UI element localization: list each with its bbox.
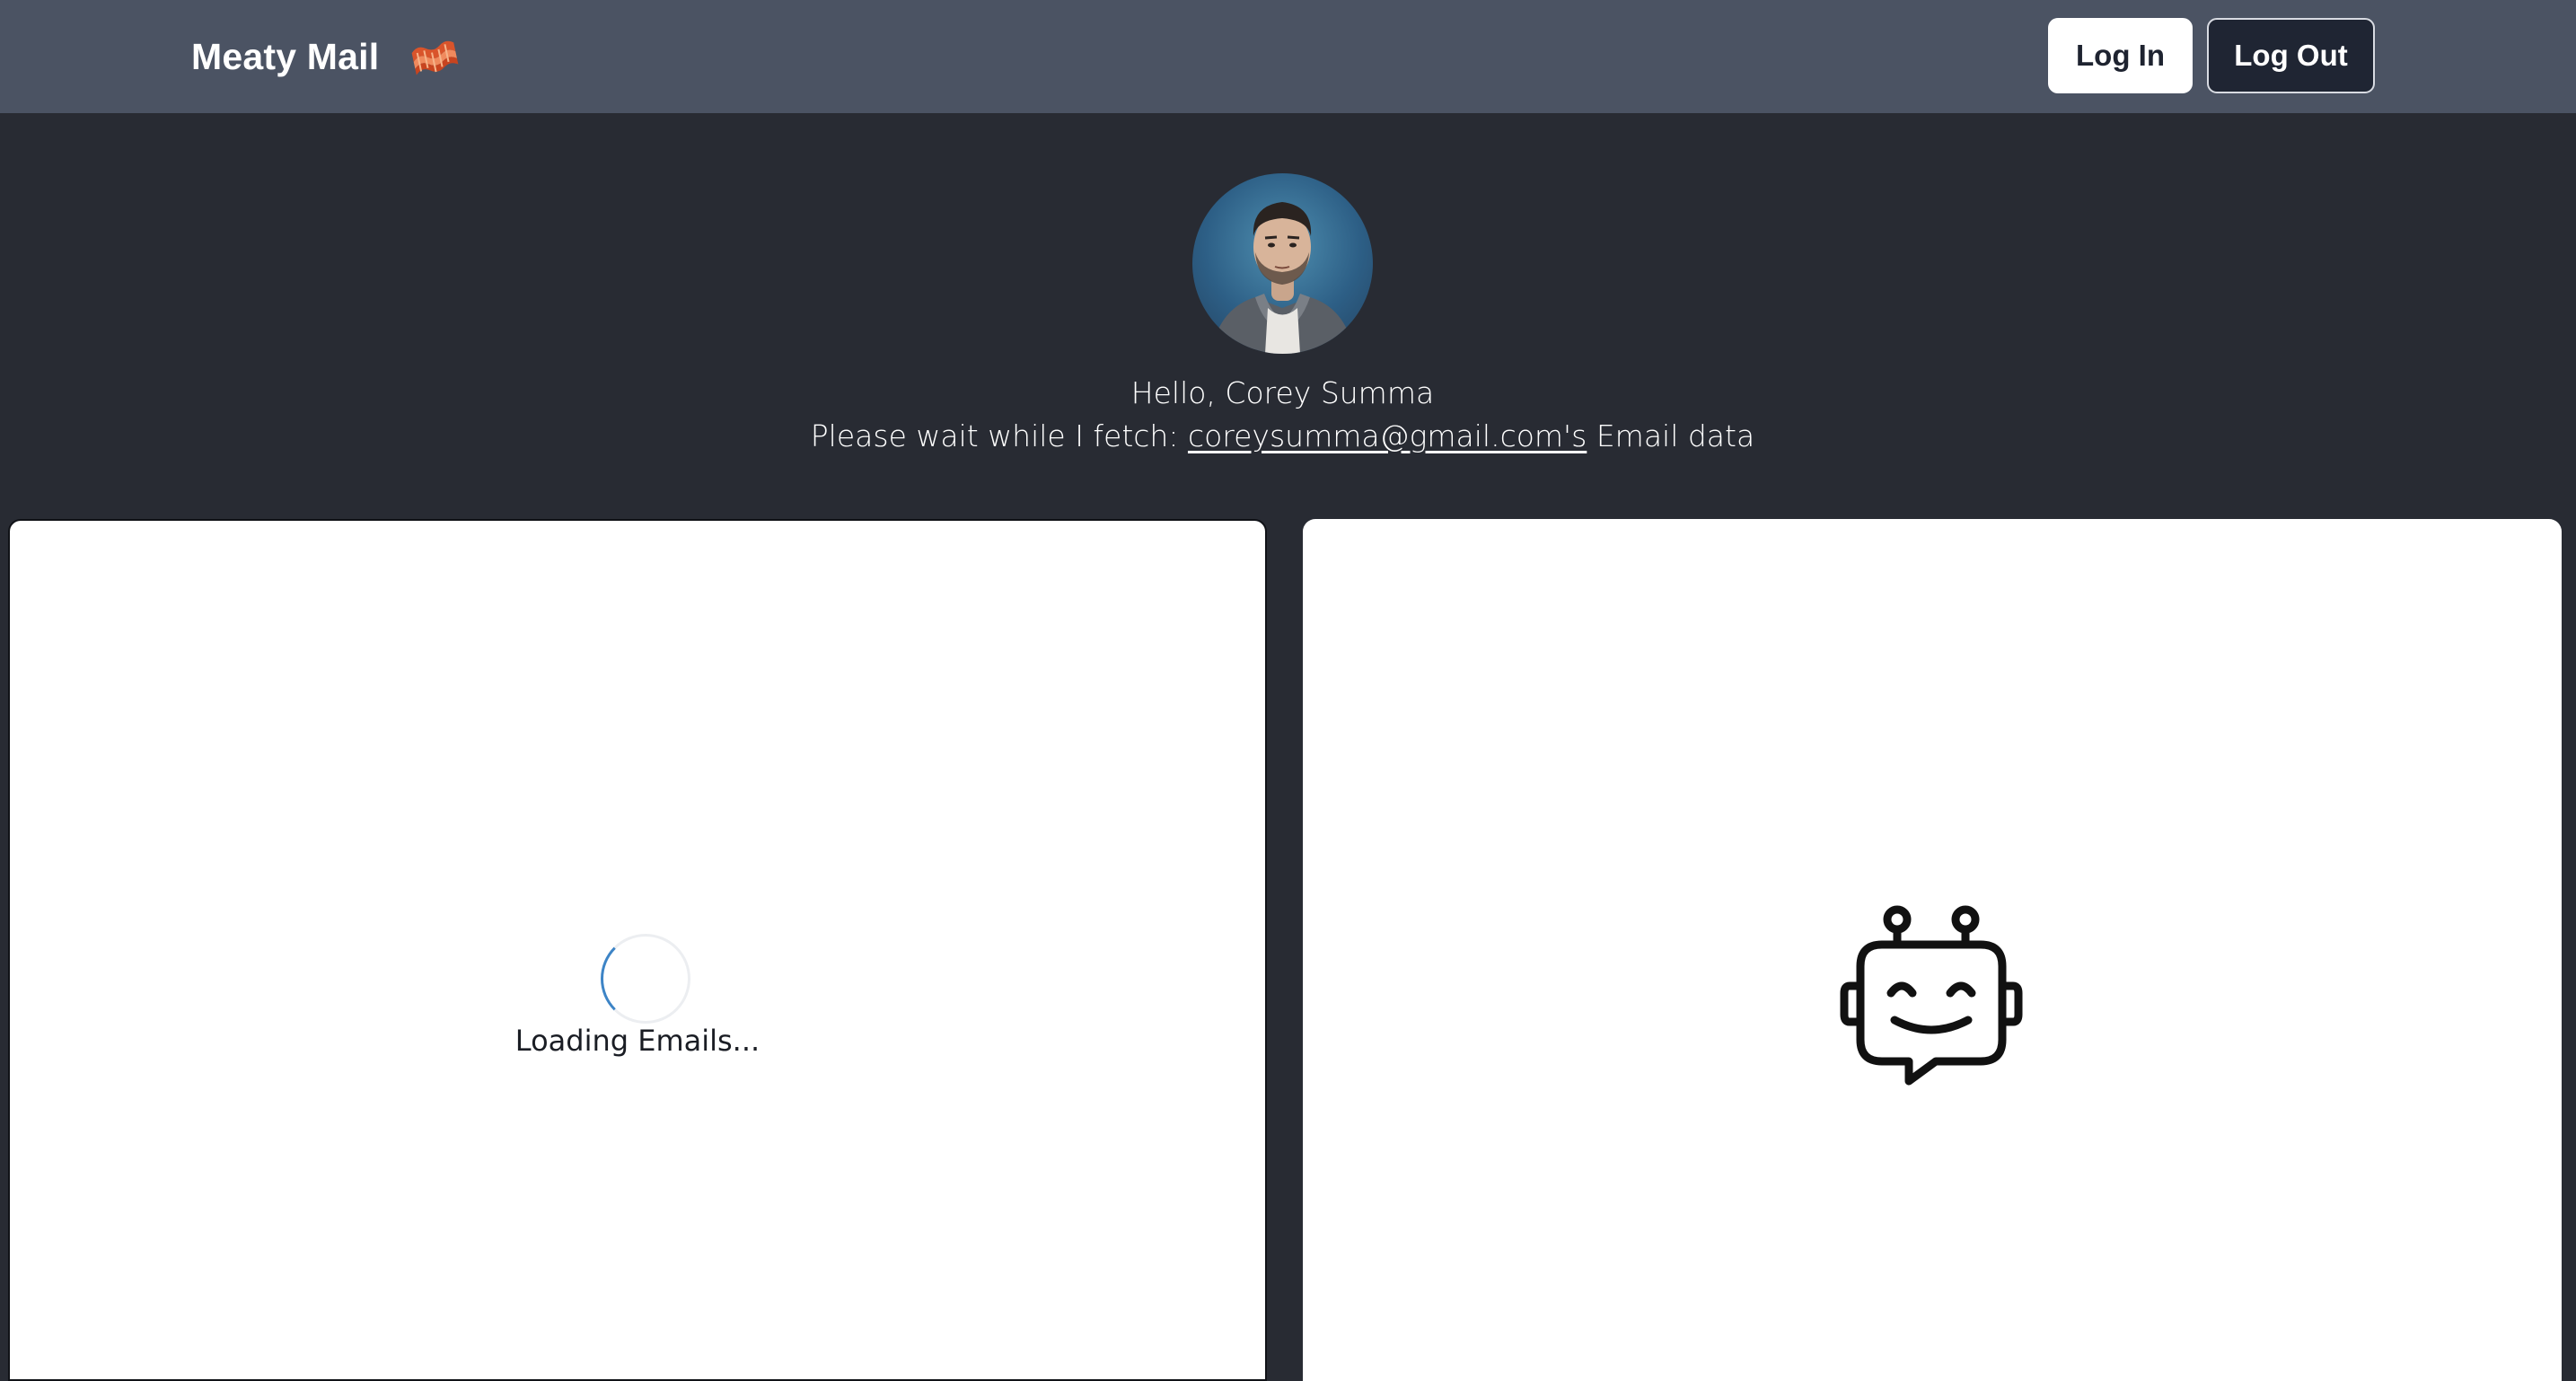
bacon-icon bbox=[409, 36, 460, 77]
brand[interactable]: Meaty Mail bbox=[191, 32, 460, 81]
brand-name[interactable]: Meaty Mail bbox=[191, 36, 379, 78]
logout-button[interactable]: Log Out bbox=[2207, 18, 2375, 93]
login-button[interactable]: Log In bbox=[2048, 18, 2193, 93]
emails-panel: Loading Emails... bbox=[8, 519, 1267, 1381]
fetch-suffix: Email data bbox=[1587, 418, 1755, 453]
loading-spinner bbox=[601, 934, 690, 1024]
assistant-panel bbox=[1303, 519, 2562, 1381]
user-avatar bbox=[1192, 173, 1373, 354]
robot-chat-icon[interactable] bbox=[1839, 905, 2027, 1094]
fetch-status: Please wait while I fetch: coreysumma@gm… bbox=[0, 415, 2565, 458]
top-navbar: Meaty Mail Log In Log Out bbox=[0, 0, 2576, 113]
greeting-text: Hello, Corey Summa bbox=[1130, 375, 1435, 410]
loading-emails-text: Loading Emails... bbox=[514, 1024, 760, 1058]
fetch-prefix: Please wait while I fetch: bbox=[810, 418, 1188, 453]
email-link[interactable]: coreysumma@gmail.com's bbox=[1188, 418, 1587, 453]
